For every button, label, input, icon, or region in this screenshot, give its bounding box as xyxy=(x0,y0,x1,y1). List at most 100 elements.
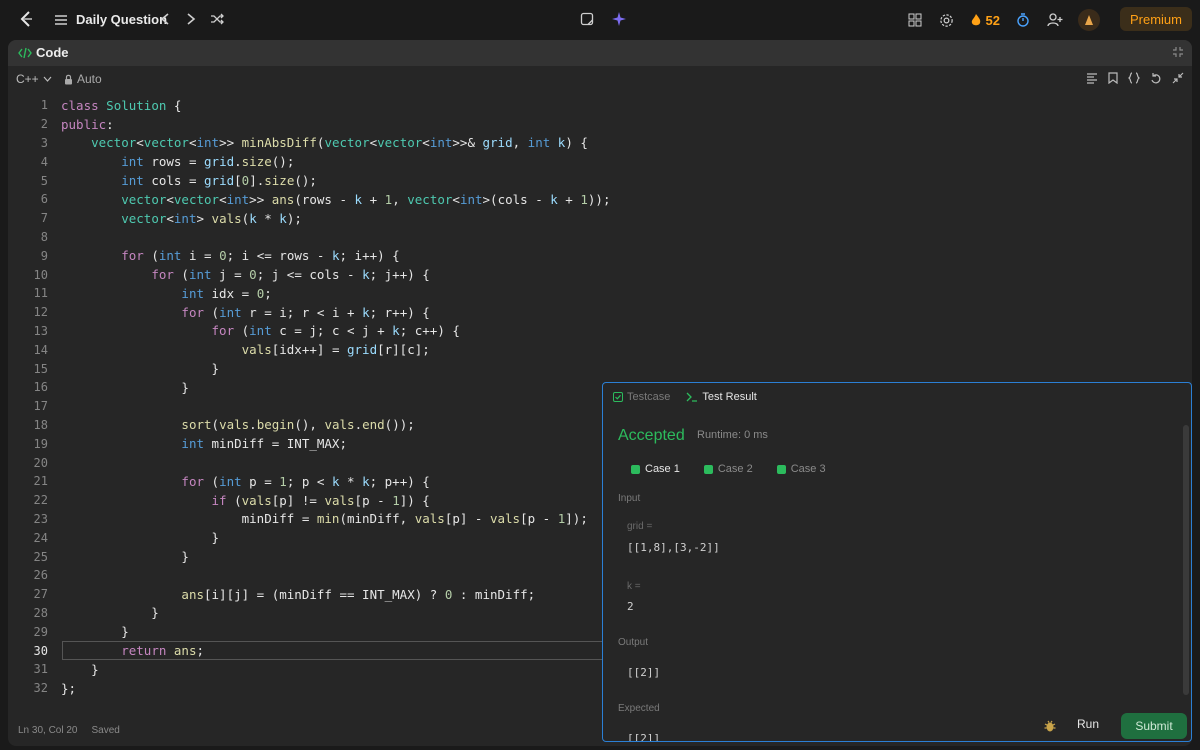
flame-icon xyxy=(971,14,980,26)
code-line[interactable]: 10 for (int j = 0; j <= cols - k; j++) { xyxy=(8,265,1192,284)
notes-button[interactable] xyxy=(578,10,596,28)
run-button[interactable]: Run xyxy=(1077,717,1099,731)
braces-icon xyxy=(1127,72,1141,84)
lock-icon xyxy=(65,74,72,84)
case-tab[interactable]: Case 2 xyxy=(703,463,753,475)
leetcode-logo-icon[interactable] xyxy=(16,9,36,29)
case-tab-label: Case 3 xyxy=(790,463,826,475)
bookmark-button[interactable] xyxy=(1108,71,1118,89)
code-line[interactable]: 12 for (int r = i; r < i + k; r++) { xyxy=(8,303,1192,322)
test-result-panel: Testcase Test Result Accepted Runtime: 0… xyxy=(602,382,1192,742)
timer-button[interactable] xyxy=(1014,11,1032,29)
chevron-right-icon xyxy=(187,13,196,25)
k-var-label: k = xyxy=(627,581,641,592)
code-line[interactable]: 6 vector<vector<int>> ans(rows - k + 1, … xyxy=(8,190,1192,209)
line-number: 9 xyxy=(40,248,48,263)
code-line[interactable]: 11 int idx = 0; xyxy=(8,284,1192,303)
fullscreen-button[interactable] xyxy=(1172,71,1184,89)
grid-var-value: [[1,8],[3,-2]] xyxy=(627,541,720,554)
code-text: int minDiff = INT_MAX; xyxy=(181,436,347,452)
collapse-panel-button[interactable] xyxy=(1172,45,1184,63)
code-text: } xyxy=(61,361,220,377)
code-line[interactable]: 4 int rows = grid.size(); xyxy=(8,152,1192,171)
avatar[interactable] xyxy=(1078,9,1100,31)
problem-list-button[interactable]: Daily Question xyxy=(54,12,167,27)
format-button[interactable] xyxy=(1086,71,1098,89)
result-scrollbar[interactable] xyxy=(1183,425,1189,695)
code-text: } xyxy=(61,379,189,395)
tab-testcase[interactable]: Testcase xyxy=(613,391,670,403)
premium-button[interactable]: Premium xyxy=(1119,7,1192,31)
code-text: for (int p = 1; p < k * k; p++) { xyxy=(181,473,430,489)
reset-button[interactable] xyxy=(1150,71,1162,89)
streak-counter[interactable]: 52 xyxy=(970,13,1000,28)
case-pass-icon xyxy=(631,464,640,474)
case-tab-label: Case 2 xyxy=(717,463,753,475)
tab-test-result[interactable]: Test Result xyxy=(686,391,757,403)
line-number: 14 xyxy=(33,342,48,357)
line-number: 3 xyxy=(40,135,48,150)
language-select[interactable]: C++ xyxy=(16,72,52,86)
code-line[interactable]: 3 vector<vector<int>> minAbsDiff(vector<… xyxy=(8,134,1192,153)
line-number: 11 xyxy=(33,286,48,301)
code-line[interactable]: 14 vals[idx++] = grid[r][c]; xyxy=(8,340,1192,359)
add-friend-button[interactable] xyxy=(1046,11,1064,29)
checkbox-icon xyxy=(613,392,623,402)
case-tab[interactable]: Case 1 xyxy=(631,463,680,475)
line-number: 16 xyxy=(33,380,48,395)
code-text: public: xyxy=(61,116,114,132)
code-line[interactable]: 5 int cols = grid[0].size(); xyxy=(8,171,1192,190)
code-text: minDiff = min(minDiff, vals[p] - vals[p … xyxy=(61,511,588,527)
code-line[interactable]: 8 xyxy=(8,228,1192,247)
debug-button[interactable] xyxy=(1043,719,1057,738)
terminal-icon xyxy=(686,392,698,402)
output-label: Output xyxy=(618,637,649,648)
line-number: 17 xyxy=(33,399,48,414)
code-line[interactable]: 15 } xyxy=(8,359,1192,378)
list-icon xyxy=(55,14,67,25)
prev-question-button[interactable] xyxy=(156,10,174,28)
random-question-button[interactable] xyxy=(208,10,226,28)
input-label: Input xyxy=(618,493,641,504)
code-text: vector<vector<int>> ans(rows - k + 1, ve… xyxy=(121,191,611,207)
settings-button[interactable] xyxy=(938,11,956,29)
note-icon xyxy=(580,12,594,26)
shuffle-icon xyxy=(211,13,224,25)
code-line[interactable]: 2 public: xyxy=(8,115,1192,134)
code-text: } xyxy=(61,605,159,621)
line-number: 28 xyxy=(33,605,48,620)
line-number: 2 xyxy=(40,117,48,132)
line-number: 22 xyxy=(33,493,48,508)
code-text: }; xyxy=(61,680,77,696)
gear-icon xyxy=(940,13,953,27)
code-text: class Solution { xyxy=(61,97,182,113)
code-tab[interactable]: Code xyxy=(18,45,69,60)
tab-test-result-label: Test Result xyxy=(702,391,757,403)
line-number: 13 xyxy=(33,323,48,338)
code-text: int rows = grid.size(); xyxy=(121,154,295,170)
collapse-icon xyxy=(1173,47,1183,57)
ai-assist-button[interactable] xyxy=(610,10,628,28)
case-tab[interactable]: Case 3 xyxy=(776,463,826,475)
code-text: } xyxy=(61,530,220,546)
layout-button[interactable] xyxy=(906,11,924,29)
next-question-button[interactable] xyxy=(182,10,200,28)
code-text: } xyxy=(61,661,99,677)
braces-button[interactable] xyxy=(1127,71,1141,89)
submit-button[interactable]: Submit xyxy=(1121,713,1187,739)
code-line[interactable]: 1 class Solution { xyxy=(8,96,1192,115)
line-number: 8 xyxy=(40,229,48,244)
code-line[interactable]: 13 for (int c = j; c < j + k; c++) { xyxy=(8,322,1192,341)
streak-count: 52 xyxy=(985,12,1000,28)
minimize-icon xyxy=(1172,72,1184,84)
code-line[interactable]: 9 for (int i = 0; i <= rows - k; i++) { xyxy=(8,246,1192,265)
line-number: 27 xyxy=(33,587,48,602)
auto-mode-toggle[interactable]: Auto xyxy=(64,72,102,86)
verdict-text: Accepted xyxy=(618,427,685,444)
code-tab-label: Code xyxy=(36,45,69,60)
expected-value: [[2]] xyxy=(627,732,661,742)
code-line[interactable]: 7 vector<int> vals(k * k); xyxy=(8,209,1192,228)
code-text: vector<vector<int>> minAbsDiff(vector<ve… xyxy=(91,135,588,151)
undo-icon xyxy=(1151,73,1161,84)
line-number: 26 xyxy=(33,568,48,583)
